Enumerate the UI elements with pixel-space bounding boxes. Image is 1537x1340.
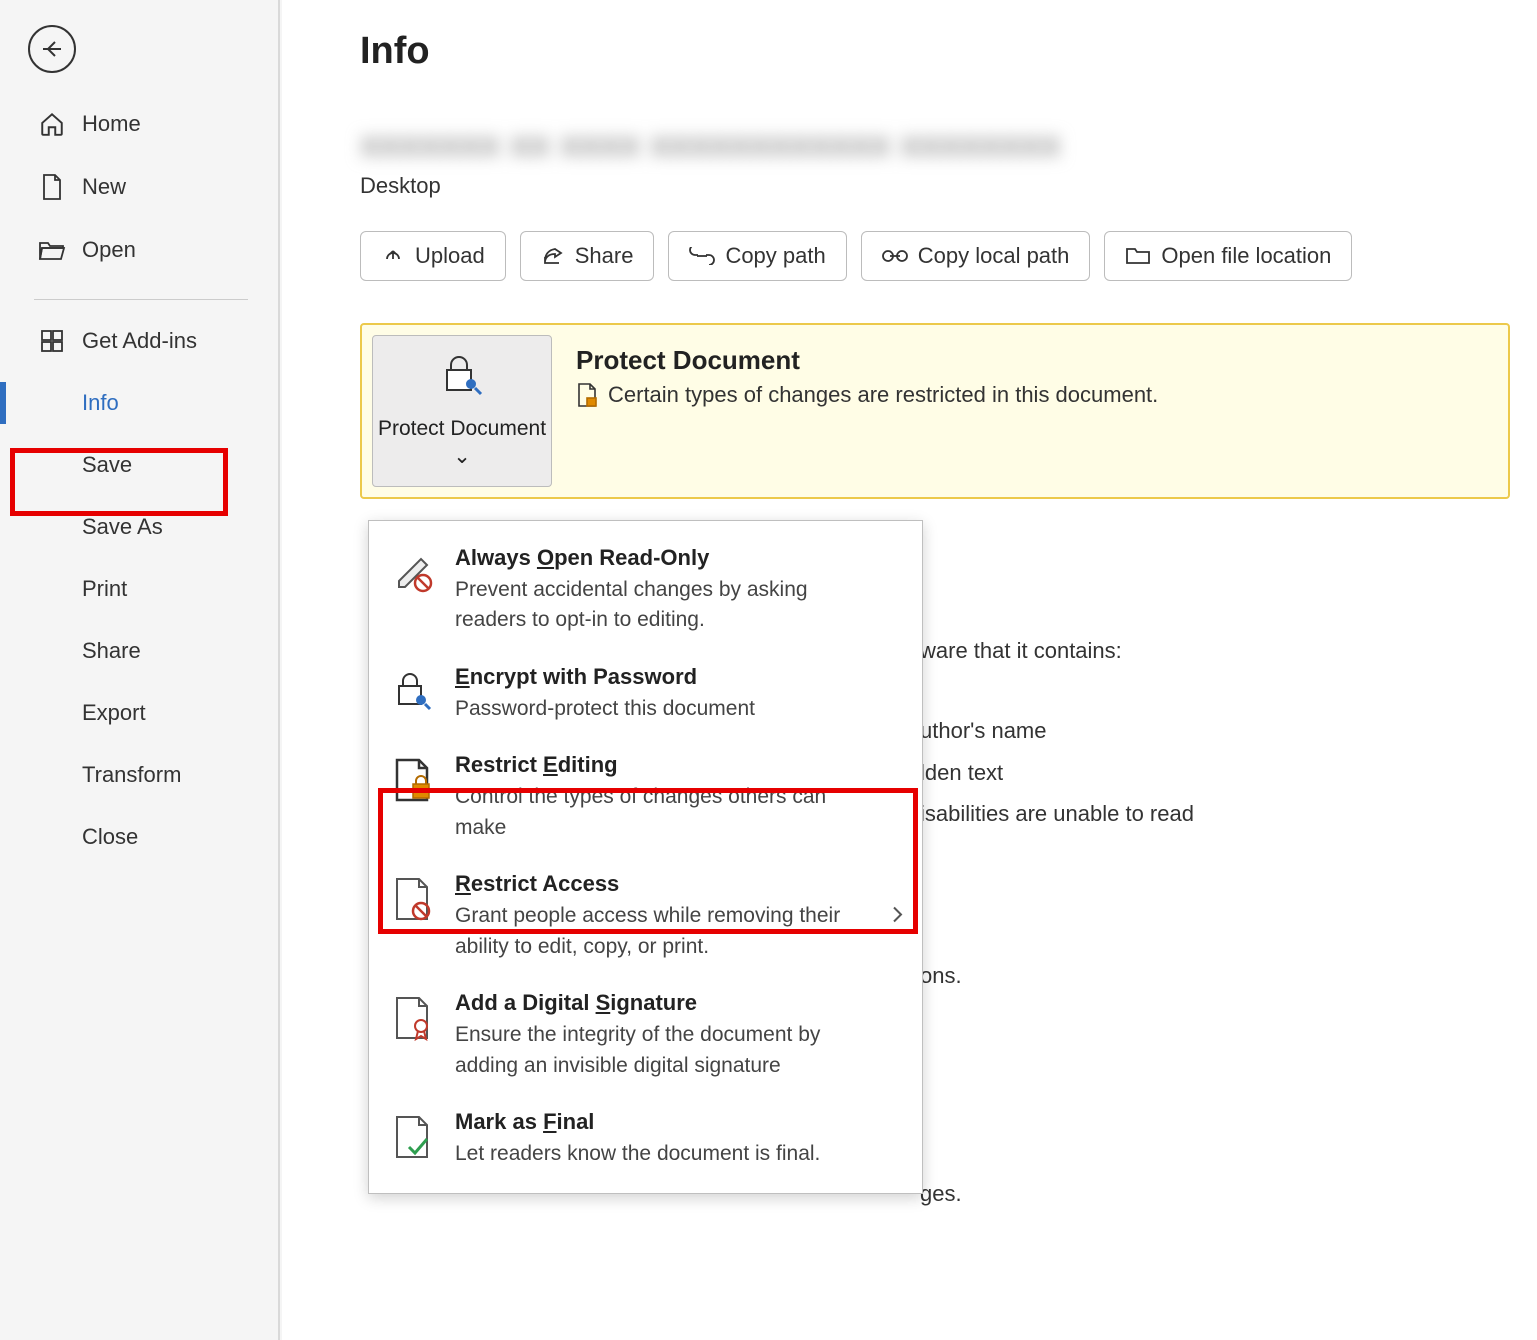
doc-lock-icon — [389, 752, 437, 804]
link-icon — [689, 247, 715, 265]
nav-label: Info — [82, 390, 119, 416]
nav-info[interactable]: Info — [0, 372, 278, 434]
nav-separator — [34, 299, 248, 300]
upload-icon — [381, 245, 405, 267]
doc-ribbon-icon — [389, 990, 437, 1042]
lock-key-icon — [389, 664, 437, 712]
menu-desc: Prevent accidental changes by asking rea… — [455, 575, 855, 636]
share-button[interactable]: Share — [520, 231, 655, 281]
nav-label: Share — [82, 638, 141, 664]
nav-home[interactable]: Home — [0, 93, 278, 155]
arrow-left-icon — [40, 37, 64, 61]
menu-title: Mark as Final — [455, 1109, 902, 1135]
copy-path-button[interactable]: Copy path — [668, 231, 846, 281]
button-label: Copy path — [725, 243, 825, 269]
button-label: Open file location — [1161, 243, 1331, 269]
nav-export[interactable]: Export — [0, 682, 278, 744]
menu-encrypt-password[interactable]: Encrypt with Password Password-protect t… — [369, 650, 922, 738]
menu-title: Encrypt with Password — [455, 664, 902, 690]
nav-print[interactable]: Print — [0, 558, 278, 620]
menu-title: Restrict Access — [455, 871, 902, 897]
nav-new[interactable]: New — [0, 155, 278, 219]
upload-button[interactable]: Upload — [360, 231, 506, 281]
menu-desc: Control the types of changes others can … — [455, 782, 855, 843]
menu-title: Restrict Editing — [455, 752, 902, 778]
chevron-down-icon: ⌄ — [453, 445, 471, 468]
nav-label: Home — [82, 111, 141, 137]
nav-label: Export — [82, 700, 146, 726]
nav-list-bottom: Get Add-ins Info Save Save As Print Shar… — [0, 310, 278, 868]
nav-transform[interactable]: Transform — [0, 744, 278, 806]
menu-desc: Let readers know the document is final. — [455, 1139, 855, 1169]
open-file-location-button[interactable]: Open file location — [1104, 231, 1352, 281]
backstage-sidebar: Home New Open Get Add-ins Info Save Save… — [0, 0, 280, 1340]
nav-saveas[interactable]: Save As — [0, 496, 278, 558]
menu-title: Always Open Read-Only — [455, 545, 902, 571]
nav-label: Save — [82, 452, 132, 478]
nav-label: Transform — [82, 762, 181, 788]
protect-heading: Protect Document — [576, 345, 1158, 376]
button-label: Share — [575, 243, 634, 269]
protect-document-button[interactable]: Protect Document ⌄ — [372, 335, 552, 487]
addins-icon — [36, 329, 68, 353]
share-icon — [541, 245, 565, 267]
folder-icon — [1125, 246, 1151, 266]
nav-label: New — [82, 174, 126, 200]
menu-desc: Ensure the integrity of the document by … — [455, 1020, 855, 1081]
nav-label: Save As — [82, 514, 163, 540]
lock-key-icon — [439, 354, 485, 401]
nav-addins[interactable]: Get Add-ins — [0, 310, 278, 372]
doc-lock-icon — [576, 382, 598, 408]
home-icon — [36, 111, 68, 137]
pencil-no-icon — [389, 545, 437, 593]
menu-title: Add a Digital Signature — [455, 990, 902, 1016]
nav-label: Get Add-ins — [82, 328, 197, 354]
back-button[interactable] — [28, 25, 76, 73]
button-label: Upload — [415, 243, 485, 269]
protect-card-body: Protect Document Certain types of change… — [576, 335, 1158, 487]
copy-local-path-button[interactable]: Copy local path — [861, 231, 1091, 281]
nav-label: Close — [82, 824, 138, 850]
document-action-row: Upload Share Copy path Copy local path O… — [360, 231, 1537, 281]
menu-restrict-access[interactable]: Restrict Access Grant people access whil… — [369, 857, 922, 976]
doc-check-icon — [389, 1109, 437, 1161]
doc-no-icon — [389, 871, 437, 923]
nav-label: Print — [82, 576, 127, 602]
link-icon — [882, 247, 908, 265]
folder-open-icon — [36, 239, 68, 261]
nav-share[interactable]: Share — [0, 620, 278, 682]
nav-label: Open — [82, 237, 136, 263]
protect-description: Certain types of changes are restricted … — [608, 382, 1158, 408]
menu-restrict-editing[interactable]: Restrict Editing Control the types of ch… — [369, 738, 922, 857]
menu-mark-as-final[interactable]: Mark as Final Let readers know the docum… — [369, 1095, 922, 1183]
nav-list-top: Home New Open — [0, 93, 278, 281]
protect-button-label: Protect Document ⌄ — [377, 415, 547, 472]
nav-open[interactable]: Open — [0, 219, 278, 281]
page-title: Info — [360, 30, 1537, 73]
menu-always-open-readonly[interactable]: Always Open Read-Only Prevent accidental… — [369, 531, 922, 650]
background-inspect-text: ware that it contains: uthor's name lden… — [920, 630, 1194, 1215]
menu-digital-signature[interactable]: Add a Digital Signature Ensure the integ… — [369, 976, 922, 1095]
nav-save[interactable]: Save — [0, 434, 278, 496]
protect-document-dropdown: Always Open Read-Only Prevent accidental… — [368, 520, 923, 1194]
menu-desc: Password-protect this document — [455, 694, 855, 724]
menu-desc: Grant people access while removing their… — [455, 901, 855, 962]
new-doc-icon — [36, 173, 68, 201]
button-label: Copy local path — [918, 243, 1070, 269]
nav-close[interactable]: Close — [0, 806, 278, 868]
chevron-right-icon — [890, 904, 904, 929]
document-location: Desktop — [360, 173, 1537, 199]
document-title-blurred: xxxxxxx xx xxxx xxxxxxxxxxxx xxxxxxxx — [360, 123, 1537, 165]
protect-document-card: Protect Document ⌄ Protect Document Cert… — [360, 323, 1510, 499]
